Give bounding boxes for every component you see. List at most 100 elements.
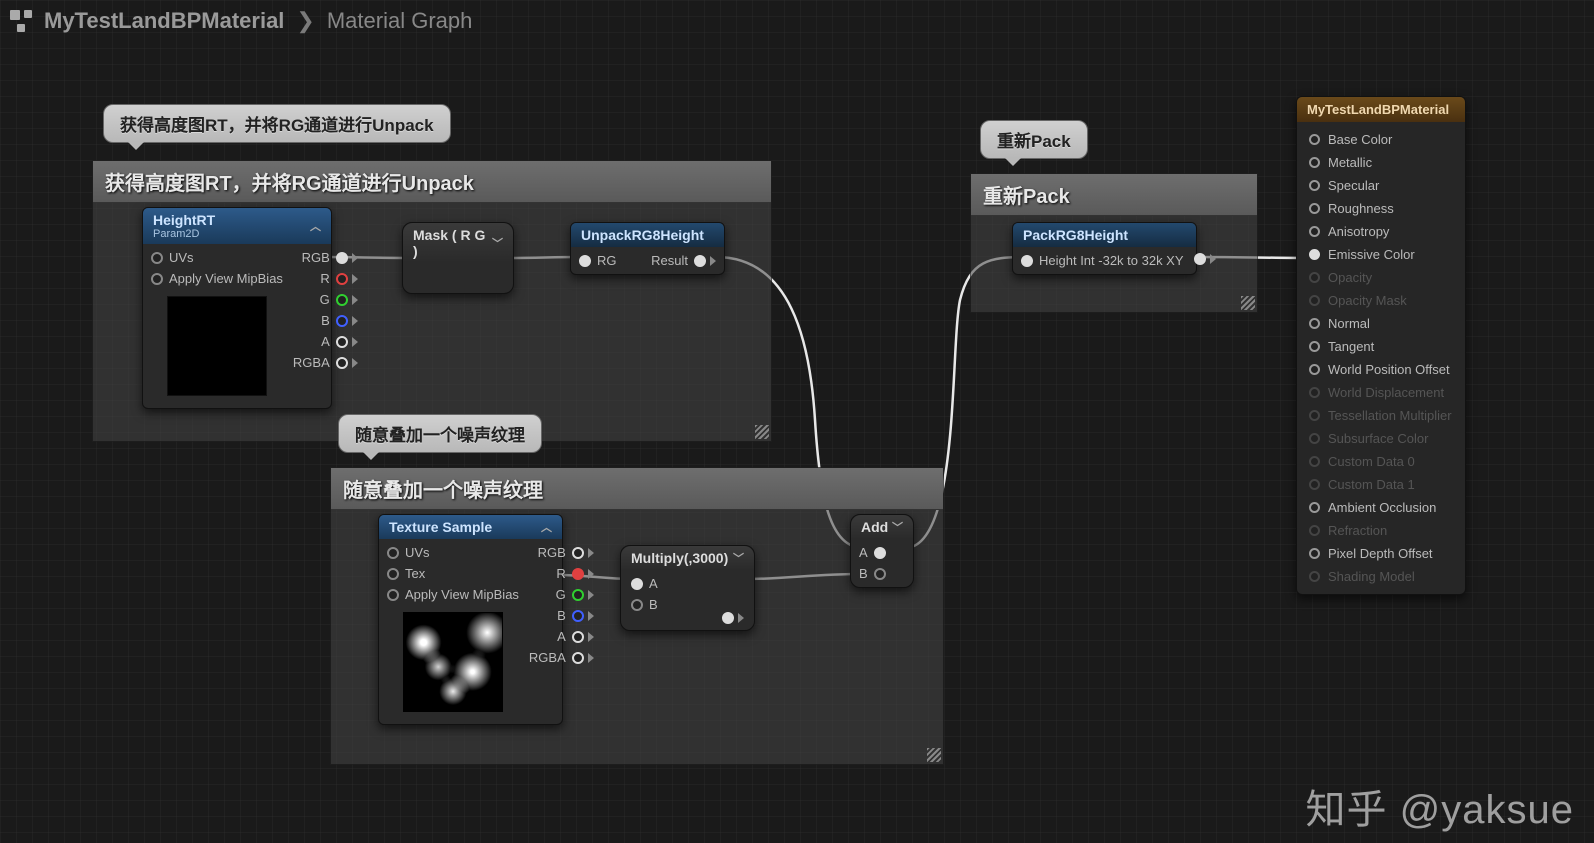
pin-dot-icon[interactable] [1309,180,1320,191]
material-pin-opacity: Opacity [1301,266,1461,289]
comment-group-1-title[interactable]: 获得高度图RT，并将RG通道进行Unpack [93,161,771,203]
comment-bubble-2: 随意叠加一个噪声纹理 [338,414,542,453]
pin-uvs[interactable]: UVs [151,250,283,265]
node-pack-header[interactable]: PackRG8Height [1013,223,1196,247]
pin-dot-icon[interactable] [1309,203,1320,214]
pin-r[interactable]: R [320,271,357,286]
node-multiply-header[interactable]: Multiply(,3000) ﹀ [621,546,754,570]
pin-label: Shading Model [1328,569,1415,584]
pin-dot-icon[interactable] [1309,364,1320,375]
node-heightrt-header[interactable]: HeightRT Param2D ︿ [143,208,331,244]
pin-b[interactable]: B [321,313,358,328]
pin-mipbias[interactable]: Apply View MipBias [151,271,283,286]
dropdown-icon[interactable]: ﹀ [892,519,903,535]
pin-g[interactable]: G [320,292,358,307]
material-pin-pixel-depth-offset[interactable]: Pixel Depth Offset [1301,542,1461,565]
pin-label: Tessellation Multiplier [1328,408,1452,423]
material-pin-tessellation-multiplier: Tessellation Multiplier [1301,404,1461,427]
comment-group-3-title[interactable]: 重新Pack [971,174,1257,216]
material-pin-custom-data-0: Custom Data 0 [1301,450,1461,473]
node-unpack-header[interactable]: UnpackRG8Height [571,223,724,247]
material-output-node[interactable]: MyTestLandBPMaterial Base ColorMetallicS… [1296,96,1466,595]
node-texturesample[interactable]: Texture Sample ︿ UVs Tex Apply View MipB… [378,514,563,725]
material-pin-subsurface-color: Subsurface Color [1301,427,1461,450]
pin-mult-a[interactable]: A [631,576,744,591]
pin-dot-icon[interactable] [1309,226,1320,237]
pin-dot-icon[interactable] [1309,548,1320,559]
dropdown-icon[interactable]: ﹀ [733,550,744,566]
pin-mask-in[interactable] [413,271,427,285]
pin-mask-out[interactable] [489,271,503,285]
breadcrumb-separator: ❯ [296,8,314,34]
node-heightrt-subtitle: Param2D [153,228,215,240]
node-mask[interactable]: Mask ( R G ) ﹀ [402,222,514,294]
pin-pack-out[interactable] [1194,253,1216,265]
pin-dot-icon [1309,272,1320,283]
material-pin-world-displacement: World Displacement [1301,381,1461,404]
resize-handle-icon[interactable] [1241,296,1255,310]
resize-handle-icon[interactable] [927,748,941,762]
comment-bubble-1: 获得高度图RT，并将RG通道进行Unpack [103,104,451,143]
pin-ts-a[interactable]: A [557,629,594,644]
node-mask-header[interactable]: Mask ( R G ) ﹀ [403,223,513,263]
material-pin-ambient-occlusion[interactable]: Ambient Occlusion [1301,496,1461,519]
pin-a[interactable]: A [321,334,358,349]
pin-add-a[interactable]: A [859,545,905,560]
pin-ts-uvs[interactable]: UVs [387,545,519,560]
node-add[interactable]: Add ﹀ A B [850,514,914,588]
comment-group-2-title[interactable]: 随意叠加一个噪声纹理 [331,468,943,510]
pin-mult-b[interactable]: B [631,597,744,612]
comment-bubble-3: 重新Pack [980,120,1088,159]
pin-pack-in[interactable]: Height Int -32k to 32k XY [1021,253,1184,268]
breadcrumb-item-2[interactable]: Material Graph [327,8,473,34]
pin-dot-icon[interactable] [1309,249,1320,260]
material-pin-tangent[interactable]: Tangent [1301,335,1461,358]
node-heightrt-title: HeightRT [153,212,215,228]
pin-label: Subsurface Color [1328,431,1428,446]
material-pin-opacity-mask: Opacity Mask [1301,289,1461,312]
node-add-header[interactable]: Add ﹀ [851,515,913,539]
pin-ts-mip[interactable]: Apply View MipBias [387,587,519,602]
pin-dot-icon[interactable] [1309,157,1320,168]
pin-ts-rgb[interactable]: RGB [538,545,594,560]
pin-unpack-result[interactable]: Result [651,253,716,268]
pin-mult-out[interactable] [722,612,744,624]
pin-unpack-rg[interactable]: RG [579,253,617,268]
material-pin-base-color[interactable]: Base Color [1301,128,1461,151]
pin-label: World Displacement [1328,385,1444,400]
pin-rgba[interactable]: RGBA [293,355,358,370]
pin-label: Refraction [1328,523,1387,538]
material-pin-world-position-offset[interactable]: World Position Offset [1301,358,1461,381]
pin-add-b[interactable]: B [859,566,905,581]
node-multiply[interactable]: Multiply(,3000) ﹀ A B [620,545,755,631]
pin-ts-b[interactable]: B [557,608,594,623]
node-pack[interactable]: PackRG8Height Height Int -32k to 32k XY [1012,222,1197,275]
material-pin-emissive-color[interactable]: Emissive Color [1301,243,1461,266]
resize-handle-icon[interactable] [755,425,769,439]
material-pin-specular[interactable]: Specular [1301,174,1461,197]
pin-rgb[interactable]: RGB [302,250,358,265]
material-pin-normal[interactable]: Normal [1301,312,1461,335]
collapse-icon[interactable]: ︿ [541,519,552,535]
node-heightrt[interactable]: HeightRT Param2D ︿ UVs Apply View MipBia… [142,207,332,409]
pin-ts-r[interactable]: R [556,566,593,581]
watermark: 知乎 @yaksue [1306,777,1574,835]
node-unpack[interactable]: UnpackRG8Height RG Result [570,222,725,275]
pin-ts-g[interactable]: G [556,587,594,602]
material-pin-anisotropy[interactable]: Anisotropy [1301,220,1461,243]
breadcrumb-item-1[interactable]: MyTestLandBPMaterial [44,8,284,34]
material-pin-roughness[interactable]: Roughness [1301,197,1461,220]
collapse-icon[interactable]: ︿ [310,218,321,234]
material-output-title[interactable]: MyTestLandBPMaterial [1297,97,1465,122]
pin-dot-icon[interactable] [1309,502,1320,513]
node-texturesample-header[interactable]: Texture Sample ︿ [379,515,562,539]
pin-dot-icon[interactable] [1309,341,1320,352]
pin-ts-tex[interactable]: Tex [387,566,519,581]
pin-dot-icon [1309,456,1320,467]
pin-dot-icon[interactable] [1309,134,1320,145]
dropdown-icon[interactable]: ﹀ [492,235,503,251]
material-pin-metallic[interactable]: Metallic [1301,151,1461,174]
pin-ts-rgba[interactable]: RGBA [529,650,594,665]
pin-dot-icon[interactable] [1309,318,1320,329]
material-pin-custom-data-1: Custom Data 1 [1301,473,1461,496]
